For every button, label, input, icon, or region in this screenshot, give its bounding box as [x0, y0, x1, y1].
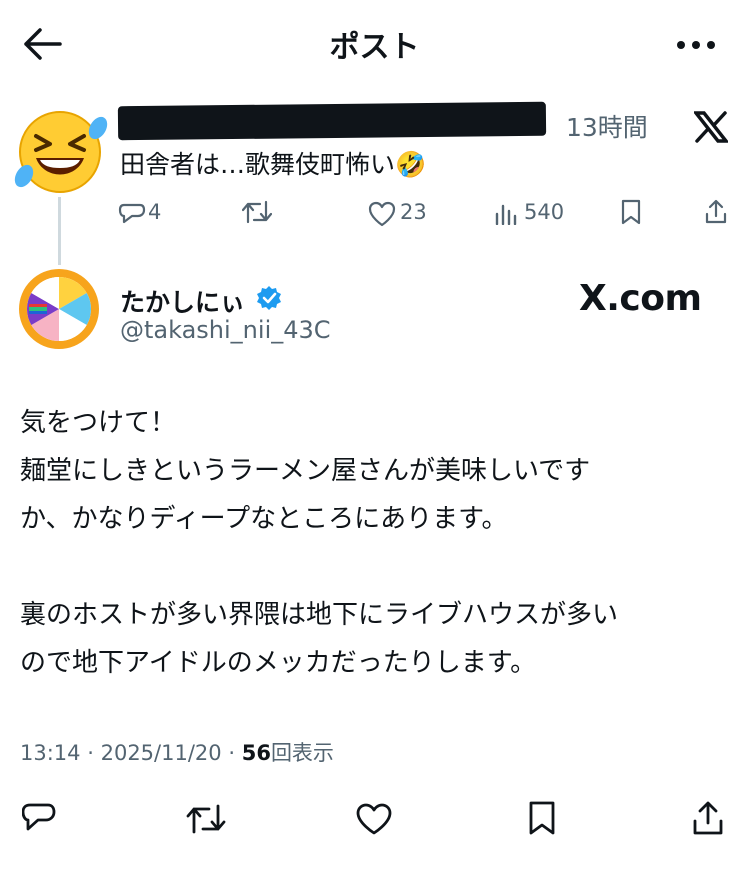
tweet-time: 13:14 — [20, 741, 81, 765]
tweet-body-line: 気をつけて！ — [20, 408, 177, 438]
bookmark-button[interactable] — [528, 801, 556, 835]
repost-icon[interactable] — [242, 200, 272, 224]
tweet-body-line: 裏のホストが多い界隈は地下にライブハウスが多い — [20, 600, 619, 630]
verified-icon — [256, 285, 282, 311]
share-icon[interactable] — [704, 199, 728, 225]
views-icon — [494, 203, 518, 225]
redacted-name — [117, 101, 547, 141]
thread-connector — [58, 197, 61, 265]
tweet-metadata: 13:14 · 2025/11/20 · 56回表示 — [20, 737, 334, 767]
parent-tweet-text: 田舎者は…歌舞伎町怖い🤣 — [120, 150, 427, 179]
x-logo-icon[interactable] — [694, 111, 728, 143]
like-button[interactable] — [356, 803, 392, 835]
share-button[interactable] — [692, 801, 724, 835]
repost-button[interactable] — [186, 804, 226, 834]
view-count-label: 回表示 — [270, 741, 334, 765]
meta-separator: · — [228, 741, 236, 765]
view-count: 56 — [241, 741, 271, 765]
reply-icon — [118, 201, 146, 227]
tweet-date: 2025/11/20 — [100, 741, 222, 765]
parent-reply-count: 4 — [148, 200, 162, 224]
author-handle[interactable]: @takashi_nii_43C — [120, 316, 331, 344]
author-display-name[interactable]: たかしにぃ — [120, 283, 245, 319]
like-icon — [368, 201, 396, 227]
x-com-watermark: X.com — [579, 278, 702, 319]
meta-separator: · — [87, 741, 94, 765]
page-title: ポスト — [329, 30, 420, 65]
parent-avatar[interactable] — [12, 106, 108, 198]
reply-button[interactable] — [22, 802, 56, 834]
more-icon[interactable] — [676, 40, 716, 50]
tweet-body-line: 麺堂にしきというラーメン屋さんが美味しいです — [20, 456, 591, 486]
bookmark-icon[interactable] — [620, 199, 642, 225]
tweet-body-line: か、かなりディープなところにあります。 — [20, 504, 508, 534]
author-avatar[interactable] — [18, 268, 100, 350]
parent-like-count: 23 — [400, 200, 427, 224]
parent-timestamp: 13時間 — [566, 113, 648, 142]
tweet-body-line: ので地下アイドルのメッカだったりします。 — [20, 648, 537, 678]
parent-view-count: 540 — [524, 200, 565, 224]
